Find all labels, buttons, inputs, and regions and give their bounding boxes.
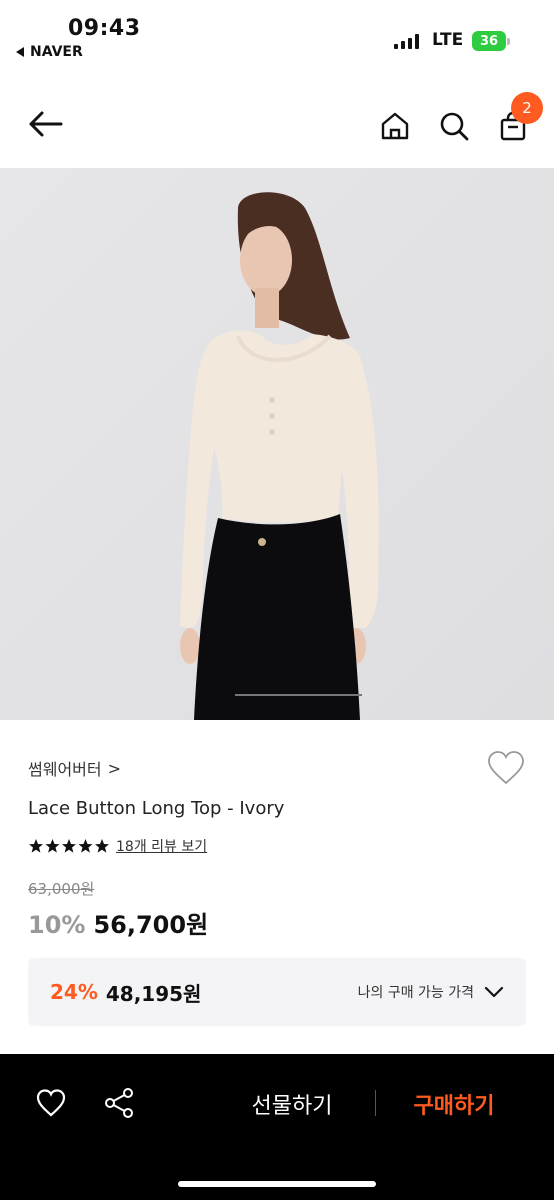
chevron-right-icon: > [107,758,122,778]
brand-name: 썸웨어버터 [28,760,102,779]
battery-level: 36 [479,33,499,49]
my-price-dropdown[interactable]: 24% 48,195원 나의 구매 가능 가격 [28,958,526,1026]
product-image[interactable] [0,168,554,720]
search-icon[interactable] [434,106,474,146]
benefit-discount: 24% [50,980,98,1004]
top-nav [0,84,554,168]
image-carousel-indicator [235,694,362,696]
back-to-app-link[interactable]: NAVER [16,44,83,60]
brand-link[interactable]: 썸웨어버터 > [28,756,121,780]
back-app-label: NAVER [30,44,83,60]
cart-count-badge: 2 [511,92,543,124]
star-rating [28,838,110,854]
review-link[interactable]: 18개 리뷰 보기 [116,836,207,856]
status-time: 09:43 [68,16,141,41]
benefit-price: 48,195원 [105,981,202,1006]
back-triangle-icon [16,47,24,57]
signal-icon [394,33,419,49]
wishlist-heart-icon[interactable] [486,750,526,786]
back-arrow-icon[interactable] [26,104,66,144]
share-icon[interactable] [102,1086,136,1120]
gift-button[interactable]: 선물하기 [232,1084,352,1124]
sale-price: 56,700원 [93,911,209,939]
status-bar: 09:43 NAVER LTE 36 [0,0,554,72]
battery-icon: 36 [472,31,506,51]
home-indicator [178,1181,376,1187]
chevron-down-icon [484,986,504,998]
price-row: 10% 56,700원 [28,905,208,940]
product-title: Lace Button Long Top - Ivory [28,798,285,819]
bottom-action-bar [0,1054,554,1200]
rating-row: 18개 리뷰 보기 [28,836,207,856]
model-photo [0,168,554,720]
original-price: 63,000원 [28,880,95,898]
home-icon[interactable] [375,106,415,146]
buy-button[interactable]: 구매하기 [396,1084,512,1124]
benefit-label-wrap: 나의 구매 가능 가격 [358,982,504,1002]
button-divider [375,1090,376,1116]
battery-cap [507,38,510,45]
benefit-label: 나의 구매 가능 가격 [357,985,474,1001]
network-label: LTE [432,30,464,50]
heart-icon[interactable] [34,1086,68,1120]
discount-rate: 10% [28,911,86,939]
